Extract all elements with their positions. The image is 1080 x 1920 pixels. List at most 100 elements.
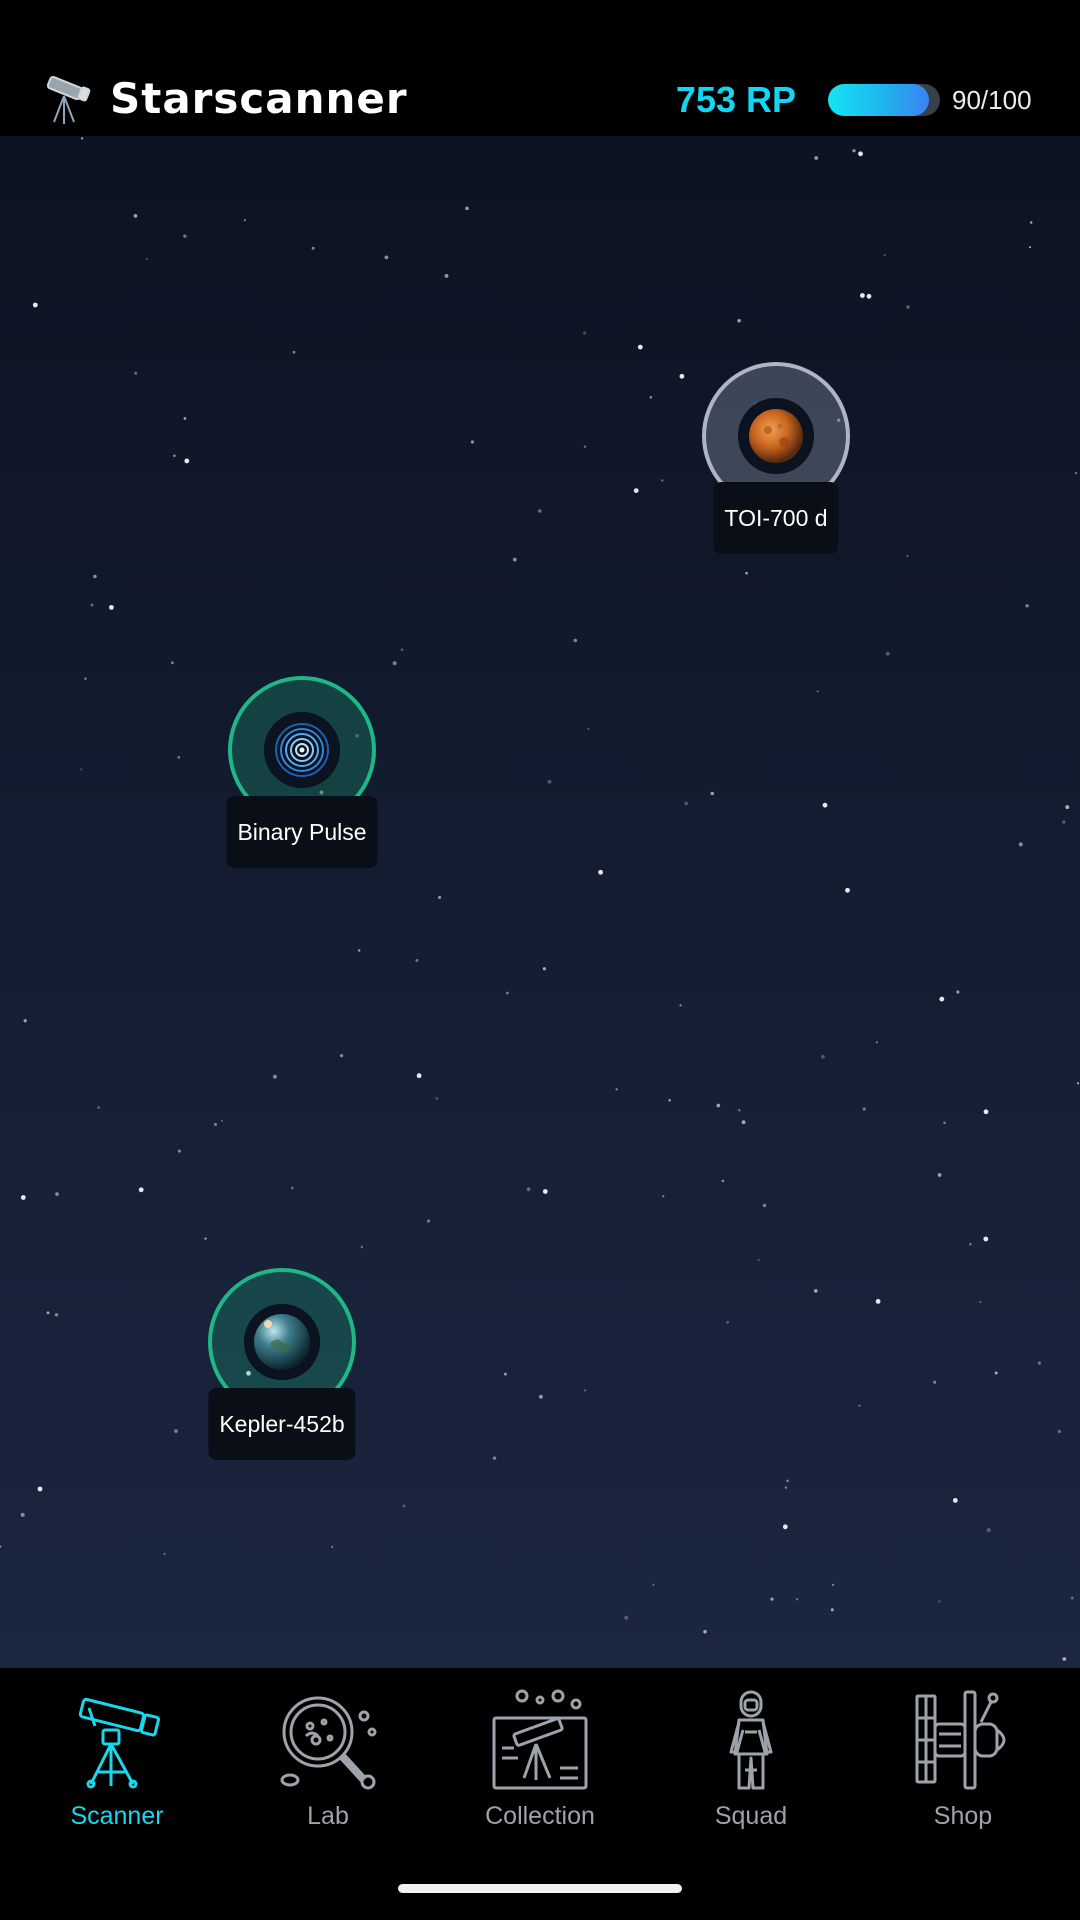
star <box>782 1524 788 1530</box>
star <box>703 1629 707 1634</box>
star <box>272 1074 277 1079</box>
target-label: Kepler-452b <box>208 1388 356 1460</box>
star <box>862 1107 866 1111</box>
star <box>757 1258 760 1262</box>
star <box>762 1203 767 1208</box>
star <box>956 990 960 994</box>
star <box>741 1120 746 1125</box>
star <box>938 1600 941 1603</box>
star <box>32 302 38 308</box>
star <box>1029 221 1033 224</box>
star <box>906 554 909 558</box>
star <box>624 1615 629 1620</box>
star <box>716 1103 721 1108</box>
star <box>465 206 469 211</box>
star <box>637 344 643 350</box>
star <box>173 454 176 458</box>
star <box>80 137 84 140</box>
magnifier-icon <box>280 1696 377 1790</box>
star <box>939 996 945 1002</box>
nav-squad[interactable]: Squad <box>671 1688 831 1838</box>
target-label: Binary Pulse <box>226 796 378 868</box>
star <box>163 1552 166 1556</box>
star <box>994 1371 998 1375</box>
star <box>858 1404 861 1408</box>
star <box>679 1004 682 1007</box>
star <box>710 791 715 796</box>
star <box>360 1245 363 1249</box>
star <box>492 1456 497 1460</box>
star <box>177 756 181 759</box>
star <box>906 305 910 309</box>
star <box>290 1186 294 1190</box>
nav-collection[interactable]: Collection <box>460 1688 620 1838</box>
nav-shop[interactable]: Shop <box>883 1688 1043 1838</box>
star <box>598 869 603 875</box>
top-bar: Starscanner 753 RP 90/100 <box>0 0 1080 136</box>
home-indicator <box>398 1884 682 1893</box>
star <box>684 801 689 806</box>
energy-fill <box>828 84 929 116</box>
star <box>1037 1361 1041 1365</box>
star <box>183 417 187 420</box>
scanner-sky[interactable]: TOI-700 d Binary Pulse Kepler-452b <box>0 136 1080 1668</box>
star <box>109 605 114 610</box>
star <box>93 574 97 579</box>
star <box>583 1389 587 1392</box>
star <box>416 1073 422 1079</box>
astronaut-icon <box>729 1690 773 1790</box>
nav-lab[interactable]: Lab <box>248 1688 408 1838</box>
star <box>0 1545 2 1548</box>
star <box>402 1504 406 1508</box>
energy-text: 90/100 <box>952 85 1032 115</box>
star <box>537 509 542 513</box>
star <box>668 1099 671 1102</box>
star <box>400 648 404 652</box>
star <box>679 373 685 379</box>
star <box>726 1320 730 1324</box>
star <box>737 318 741 323</box>
star <box>795 1598 799 1601</box>
nav-scanner[interactable]: Scanner <box>37 1688 197 1838</box>
star <box>37 1486 43 1492</box>
earthlike-planet-icon <box>244 1304 320 1380</box>
star <box>20 1195 26 1200</box>
star <box>177 1149 181 1153</box>
star <box>339 1053 344 1058</box>
star <box>860 293 865 298</box>
star <box>133 214 138 218</box>
telescope-icon <box>46 75 91 124</box>
bottom-nav: Scanner Lab Collection Squad Shop <box>0 1668 1080 1920</box>
star <box>583 331 587 335</box>
star <box>831 1583 835 1587</box>
nav-label: Scanner <box>70 1802 164 1830</box>
star <box>97 1106 101 1110</box>
star <box>542 1189 548 1194</box>
star <box>813 1289 818 1293</box>
nav-label: Shop <box>933 1802 993 1830</box>
star <box>506 991 509 995</box>
star <box>983 1236 989 1242</box>
star <box>822 802 828 808</box>
star <box>1062 820 1066 824</box>
star <box>830 1608 834 1612</box>
star <box>134 371 138 375</box>
star <box>661 479 664 482</box>
star <box>311 246 315 250</box>
star <box>866 293 872 299</box>
star <box>415 958 419 963</box>
star <box>662 1195 665 1198</box>
star <box>587 727 590 730</box>
star <box>184 458 190 464</box>
star <box>1018 842 1023 847</box>
star <box>784 1486 788 1489</box>
star <box>738 1108 741 1112</box>
star <box>512 557 517 562</box>
star <box>384 255 389 260</box>
star <box>1070 1596 1074 1600</box>
star <box>392 661 397 666</box>
star <box>214 1123 217 1126</box>
star <box>933 1380 937 1384</box>
star <box>145 257 148 261</box>
star <box>721 1179 725 1183</box>
